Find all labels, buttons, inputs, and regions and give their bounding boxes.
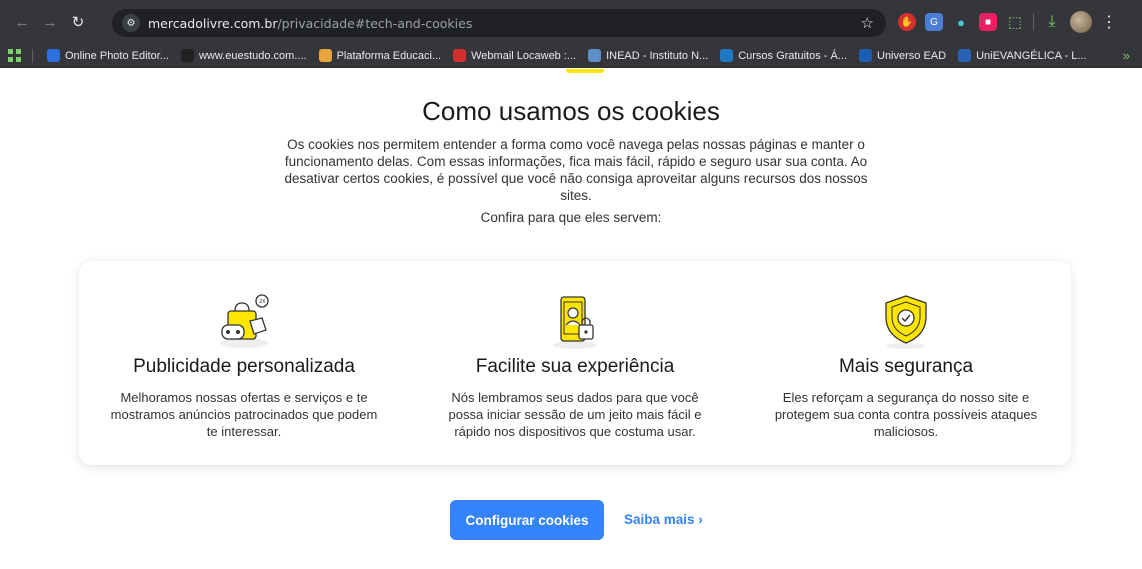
features-card: 2X Publicidade personalizada Melhoramos … — [79, 261, 1071, 465]
feature-text: Melhoramos nossas ofertas e serviços e t… — [110, 390, 378, 439]
universo-icon — [859, 49, 872, 62]
bookmark-label: Universo EAD — [877, 49, 947, 62]
unievangelica-icon — [958, 49, 972, 62]
reload-icon[interactable]: ↻ — [64, 8, 92, 36]
feature-text: Nós lembramos seus dados para que você p… — [448, 390, 702, 439]
bookmark-item[interactable]: Universo EAD — [855, 49, 954, 62]
euestudo-icon — [180, 49, 194, 62]
feature-experiencia: Facilite sua experiência Nós lembramos s… — [410, 261, 740, 465]
feature-title: Publicidade personalizada — [133, 356, 355, 377]
bookmark-star-icon[interactable]: ☆ — [861, 14, 874, 32]
pink-extension-icon[interactable]: ■ — [979, 13, 997, 31]
feature-seguranca: Mais segurança Eles reforçam a segurança… — [741, 261, 1071, 465]
bookmark-label: Plataforma Educaci... — [336, 49, 442, 62]
shopping-ads-icon: 2X — [220, 294, 269, 348]
bookmark-item[interactable]: Plataforma Educaci... — [315, 49, 450, 62]
phone-lock-icon — [553, 296, 597, 349]
bookmarks-bar: Online Photo Editor... www.euestudo.com..… — [0, 44, 1142, 68]
photo-editor-icon — [47, 49, 60, 62]
configurar-cookies-button[interactable]: Configurar cookies — [450, 500, 604, 540]
brand-accent-bar — [566, 69, 604, 73]
bookmark-item[interactable]: www.euestudo.com.... — [177, 49, 315, 62]
intro-text: Os cookies nos permitem entender a forma… — [284, 137, 868, 203]
translate-extension-icon[interactable]: G — [925, 13, 943, 31]
cursos-icon — [720, 49, 734, 62]
bookmark-list: Online Photo Editor... www.euestudo.com..… — [43, 49, 1095, 62]
browser-toolbar: ← → ↻ ⚙ mercadolivre.com.br/privacidade#… — [0, 0, 1142, 44]
page-content: Como usamos os cookies Os cookies nos pe… — [0, 69, 1142, 569]
download-icon[interactable]: ⤓ — [1043, 13, 1061, 31]
extensions-puzzle-icon[interactable]: ⬚ — [1006, 13, 1024, 31]
svg-text:2X: 2X — [259, 299, 266, 305]
webmail-icon — [453, 49, 467, 62]
more-bookmarks-icon[interactable]: » — [1123, 48, 1130, 63]
kebab-menu-icon[interactable]: ⋮ — [1101, 12, 1117, 32]
extensions-area: ✋ G ● ■ ⬚ ⤓ ⋮ — [898, 9, 1117, 35]
profile-avatar[interactable] — [1070, 11, 1092, 33]
confira-text: Confira para que eles servem: — [480, 210, 662, 225]
bookmark-item[interactable]: Webmail Locaweb :... — [449, 49, 584, 62]
bookmark-label: Webmail Locaweb :... — [471, 49, 577, 62]
page-title: Como usamos os cookies — [422, 96, 720, 126]
feature-publicidade: 2X Publicidade personalizada Melhoramos … — [79, 261, 409, 465]
bookmark-item[interactable]: UniEVANGÉLICA - L... — [954, 49, 1094, 62]
inead-icon — [588, 49, 602, 62]
bookmark-label: Online Photo Editor... — [65, 49, 169, 62]
forward-icon[interactable]: → — [36, 8, 64, 36]
apps-grid-icon[interactable] — [8, 48, 22, 63]
url-host: mercadolivre.com.br — [148, 15, 278, 31]
adblock-extension-icon[interactable]: ✋ — [898, 13, 916, 31]
bookmark-label: www.euestudo.com.... — [198, 49, 307, 62]
saiba-mais-link[interactable]: Saiba mais › — [624, 512, 703, 527]
toolbar-separator — [1033, 13, 1034, 31]
bookmark-item[interactable]: INEAD - Instituto N... — [584, 49, 716, 62]
feature-title: Facilite sua experiência — [475, 356, 675, 377]
feature-text: Eles reforçam a segurança do nosso site … — [774, 390, 1038, 439]
bookmark-label: Cursos Gratuitos - Á... — [738, 49, 847, 62]
address-bar[interactable]: ⚙ mercadolivre.com.br/privacidade#tech-a… — [112, 9, 886, 37]
url-path: /privacidade#tech-and-cookies — [277, 15, 473, 31]
star-bookmark-icon — [318, 49, 332, 62]
bookmark-item[interactable]: Online Photo Editor... — [43, 49, 177, 62]
feature-title: Mais segurança — [838, 356, 974, 377]
bookmark-label: UniEVANGÉLICA - L... — [976, 49, 1087, 62]
bookmark-label: INEAD - Instituto N... — [606, 49, 709, 62]
bookmarks-separator — [32, 48, 33, 63]
site-info-icon[interactable]: ⚙ — [122, 14, 140, 32]
shield-check-icon — [885, 295, 927, 349]
bookmark-item[interactable]: Cursos Gratuitos - Á... — [716, 49, 855, 62]
back-icon[interactable]: ← — [8, 8, 36, 36]
teal-extension-icon[interactable]: ● — [952, 13, 970, 31]
